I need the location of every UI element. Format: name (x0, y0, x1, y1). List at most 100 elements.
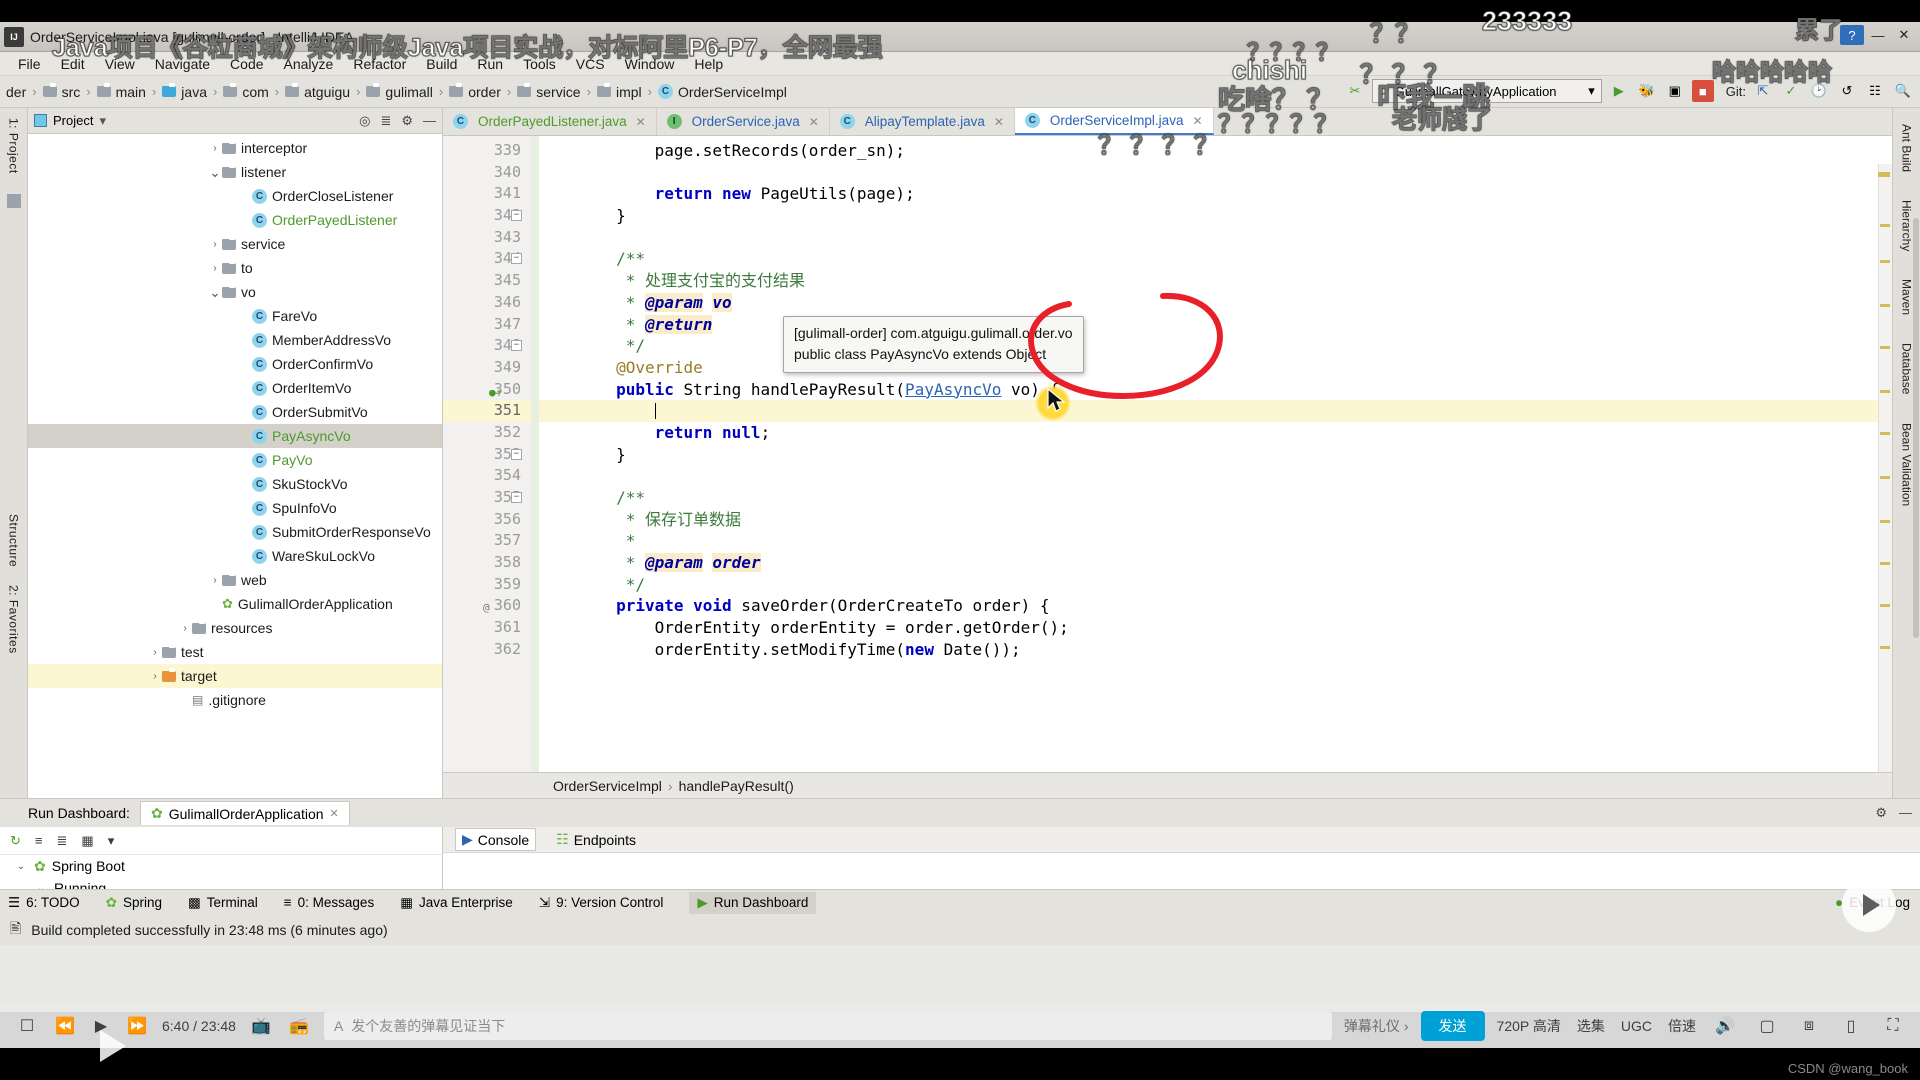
line-number[interactable]: 360 @ (443, 595, 531, 617)
build-hammer-icon[interactable]: ✂ (1344, 80, 1366, 102)
rail-item-structure[interactable]: Structure (7, 514, 21, 567)
tab-endpoints[interactable]: ☷ Endpoints (550, 829, 642, 850)
chevron-right-icon[interactable]: › (208, 575, 222, 586)
status-terminal[interactable]: ▩ Terminal (188, 895, 258, 911)
font-style-icon[interactable]: A (334, 1018, 343, 1034)
breadcrumb-item-src[interactable]: src (62, 84, 81, 100)
episodes-button[interactable]: 选集 (1577, 1016, 1605, 1036)
menu-tools[interactable]: Tools (513, 54, 566, 74)
breadcrumb-item-java[interactable]: java (181, 84, 207, 100)
crosshair-icon[interactable]: ◎ (359, 113, 370, 129)
line-number[interactable]: 359 (443, 574, 531, 596)
menu-view[interactable]: View (95, 54, 145, 74)
subtitle-icon[interactable]: ▢ (1754, 1013, 1780, 1039)
code-line[interactable]: * @param vo (539, 292, 1892, 314)
window-controls[interactable]: ? — ✕ (1840, 25, 1916, 45)
code-line[interactable]: public String handlePayResult(PayAsyncVo… (539, 379, 1892, 401)
project-tree[interactable]: › interceptor ⌄ listener C OrderCloseListener… (28, 134, 442, 798)
code-line[interactable]: */ (539, 574, 1892, 596)
chevron-right-icon[interactable]: › (208, 239, 222, 250)
run-toolbar[interactable]: ✂ ✿ GulimallGatewayApplication ▾ ▶ 🐝 ▣ ■… (1344, 79, 1914, 103)
code-line[interactable]: * 处理支付宝的支付结果 (539, 270, 1892, 292)
line-number[interactable]: 343 (443, 227, 531, 249)
line-number[interactable]: 344− (443, 248, 531, 270)
fold-toggle-icon[interactable]: − (511, 340, 522, 352)
console-tab-strip[interactable]: ▶ Console ☷ Endpoints (443, 827, 1920, 853)
undo-icon[interactable]: ↺ (1836, 80, 1858, 102)
menu-analyze[interactable]: Analyze (274, 54, 344, 74)
run-configuration-selector[interactable]: ✿ GulimallGatewayApplication ▾ (1371, 79, 1602, 103)
debug-button[interactable]: 🐝 (1636, 80, 1658, 102)
code-line[interactable]: * @return (539, 314, 1892, 336)
tree-item-to[interactable]: › to (28, 256, 442, 280)
line-number[interactable]: 341 (443, 183, 531, 205)
tree-item-payvo[interactable]: C PayVo (28, 448, 442, 472)
danmaku-settings-icon[interactable]: 📻 (286, 1013, 312, 1039)
line-number[interactable]: 347 (443, 314, 531, 336)
breadcrumb-item-der[interactable]: der (6, 84, 26, 100)
menu-vcs[interactable]: VCS (566, 54, 615, 74)
breadcrumb-method[interactable]: handlePayResult() (679, 778, 794, 794)
fold-toggle-icon[interactable]: − (511, 448, 522, 460)
progress-bar[interactable] (0, 998, 1920, 1004)
tab-alipaytemplate[interactable]: C AlipayTemplate.java ✕ (830, 108, 1015, 135)
gear-icon[interactable]: ⚙ (1875, 805, 1887, 821)
tree-item-web[interactable]: › web (28, 568, 442, 592)
tree-item-ordersubmitvo[interactable]: C OrderSubmitVo (28, 400, 442, 424)
run-dashboard-toolbar[interactable]: ↻ ≡ ≣ ▦ ▾ (0, 827, 442, 855)
run-dashboard-tab[interactable]: ✿ GulimallOrderApplication ✕ (139, 801, 350, 825)
code-line[interactable] (539, 400, 1892, 422)
code-line[interactable]: /** (539, 248, 1892, 270)
code-line[interactable]: } (539, 205, 1892, 227)
run-dashboard-tree-pane[interactable]: ↻ ≡ ≣ ▦ ▾ ⌄ ✿ Spring Boot ⌄ Running (0, 827, 443, 896)
minimize-icon[interactable]: — (1866, 25, 1890, 45)
code-line[interactable]: OrderEntity orderEntity = order.getOrder… (539, 617, 1892, 639)
code-line[interactable]: return new PageUtils(page); (539, 183, 1892, 205)
breadcrumb[interactable]: der › src › main › java › com › atguigu › guli… (6, 83, 787, 100)
project-tool-window[interactable]: Project ▾ ◎ ≣ ⚙ — › interceptor ⌄ listener C… (28, 108, 1919, 798)
tab-console[interactable]: ▶ Console (455, 828, 537, 851)
tab-orderpayedlistener[interactable]: C OrderPayedListener.java ✕ (443, 108, 657, 135)
menu-edit[interactable]: Edit (51, 54, 95, 74)
fold-toggle-icon[interactable]: − (511, 492, 522, 503)
line-number[interactable]: 351 (443, 400, 531, 422)
line-number[interactable]: 346 (443, 292, 531, 314)
expand-all-icon[interactable]: ≡ (35, 833, 43, 848)
run-tree-item-spring-boot[interactable]: ⌄ ✿ Spring Boot (0, 855, 442, 877)
git-history-icon[interactable]: 🕑 (1808, 80, 1830, 102)
tree-item-service[interactable]: › service (28, 232, 442, 256)
chevron-right-icon[interactable]: › (208, 263, 222, 274)
danmaku-toggle-icon[interactable]: 📺 (248, 1013, 274, 1039)
line-number[interactable]: 339 (443, 140, 531, 162)
rail-item-maven[interactable]: Maven (1900, 279, 1914, 315)
hide-panel-icon[interactable]: — (423, 113, 436, 129)
fold-toggle-icon[interactable]: − (511, 253, 522, 265)
editor-area[interactable]: C OrderPayedListener.java ✕ I OrderServi… (443, 108, 1892, 798)
breadcrumb-item-order[interactable]: order (468, 84, 501, 100)
screenshot-icon[interactable]: ☐ (14, 1013, 40, 1039)
hide-panel-icon[interactable]: — (1899, 805, 1912, 821)
line-number[interactable]: 358 (443, 552, 531, 574)
code-line[interactable]: */ (539, 335, 1892, 357)
line-number[interactable]: 353− (443, 444, 531, 466)
fold-toggle-icon[interactable]: − (511, 210, 522, 222)
menu-help[interactable]: Help (684, 54, 733, 74)
overlay-play-button[interactable] (1842, 878, 1896, 932)
profile-button[interactable]: ■ (1691, 80, 1714, 102)
code-text[interactable]: page.setRecords(order_sn); return new Pa… (539, 136, 1892, 772)
line-number-gutter[interactable]: 339 340 341 342−343 344−345 346 347 348−349 350 ●… (443, 136, 531, 772)
menu-run[interactable]: Run (467, 54, 513, 74)
status-todo[interactable]: ☰ 6: TODO (8, 895, 80, 911)
tree-item-farevo[interactable]: C FareVo (28, 304, 442, 328)
rail-item-ant-build[interactable]: Ant Build (1900, 124, 1914, 172)
help-icon[interactable]: ? (1840, 25, 1864, 45)
menu-build[interactable]: Build (416, 54, 467, 74)
filter-icon[interactable]: ▾ (108, 833, 115, 849)
tree-item-spuinfovo[interactable]: C SpuInfoVo (28, 496, 442, 520)
code-line[interactable]: * @param order (539, 552, 1892, 574)
rail-item-hierarchy[interactable]: Hierarchy (1900, 200, 1914, 251)
chevron-right-icon[interactable]: › (178, 623, 192, 634)
gear-icon[interactable]: ⚙ (401, 113, 413, 129)
menu-refactor[interactable]: Refactor (343, 54, 416, 74)
editor-scrollbar[interactable] (1878, 164, 1892, 772)
